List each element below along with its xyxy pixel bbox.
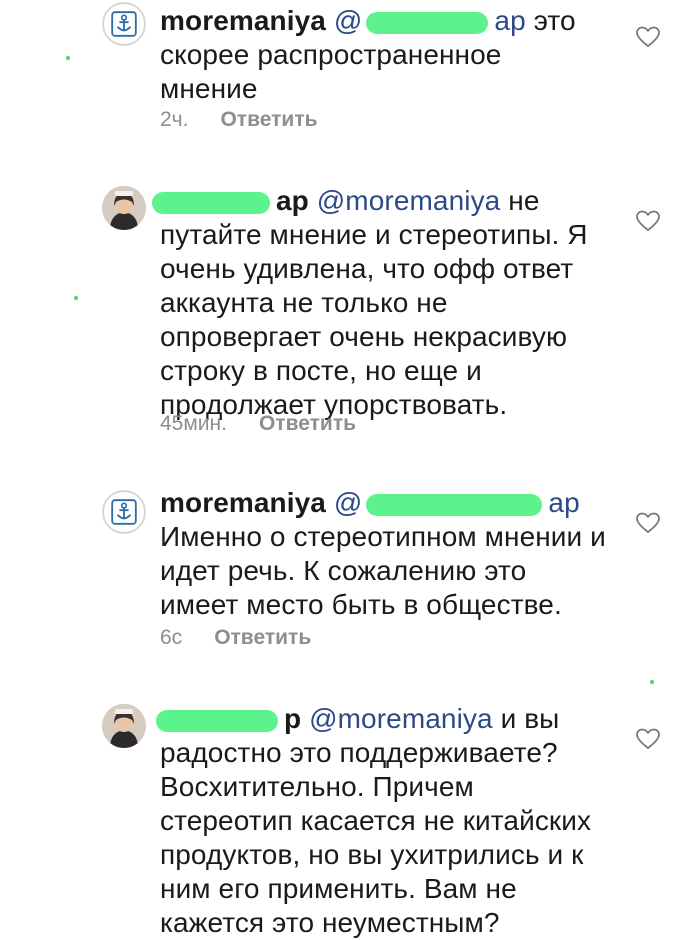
mention-link[interactable]: @ ар xyxy=(334,487,580,518)
comment-body: и вы радостно это поддерживаете? Восхити… xyxy=(160,703,592,938)
comment-text: р @moremaniya и вы радостно это поддержи… xyxy=(156,702,610,940)
username[interactable]: moremaniya xyxy=(160,5,326,36)
redaction-mark xyxy=(152,191,270,214)
comment-meta: 2ч. Ответить xyxy=(160,108,318,132)
avatar[interactable] xyxy=(102,186,146,230)
screen-artifact xyxy=(650,680,654,684)
like-heart-icon[interactable] xyxy=(636,210,660,232)
screen-artifact xyxy=(66,56,70,60)
mention-link[interactable]: @moremaniya xyxy=(309,703,493,734)
username[interactable]: р xyxy=(156,703,301,734)
redaction-mark xyxy=(366,11,489,34)
reply-button[interactable]: Ответить xyxy=(214,626,311,650)
comment-meta: 6с Ответить xyxy=(160,626,311,650)
avatar[interactable] xyxy=(102,490,146,534)
comment-text: moremaniya @ ар Именно о стереотипном мне… xyxy=(160,486,610,622)
user-photo-icon xyxy=(102,186,146,230)
timestamp: 6с xyxy=(160,626,183,649)
anchor-icon xyxy=(111,11,137,37)
comment-body: Именно о стереотипном мнении и идет речь… xyxy=(160,521,606,620)
like-heart-icon[interactable] xyxy=(636,512,660,534)
comment-meta: 45мин. Ответить xyxy=(160,412,356,436)
timestamp: 45мин. xyxy=(160,412,227,435)
username[interactable]: ар xyxy=(152,185,309,216)
anchor-icon xyxy=(111,499,137,525)
reply-button[interactable]: Ответить xyxy=(259,412,356,436)
comment-text: moremaniya @ ар это скорее распространенн… xyxy=(160,4,610,106)
mention-link[interactable]: @ ар xyxy=(334,5,526,36)
comment-body: не путайте мнение и стереотипы. Я очень … xyxy=(160,185,588,420)
screen-artifact xyxy=(74,296,78,300)
avatar[interactable] xyxy=(102,2,146,46)
like-heart-icon[interactable] xyxy=(636,728,660,750)
username[interactable]: moremaniya xyxy=(160,487,326,518)
comment-text: ар @moremaniya не путайте мнение и стере… xyxy=(152,184,610,422)
redaction-mark xyxy=(366,493,543,516)
reply-button[interactable]: Ответить xyxy=(220,108,317,132)
like-heart-icon[interactable] xyxy=(636,26,660,48)
timestamp: 2ч. xyxy=(160,108,189,131)
user-photo-icon xyxy=(102,704,146,748)
mention-link[interactable]: @moremaniya xyxy=(317,185,501,216)
redaction-mark xyxy=(156,709,278,732)
avatar[interactable] xyxy=(102,704,146,748)
